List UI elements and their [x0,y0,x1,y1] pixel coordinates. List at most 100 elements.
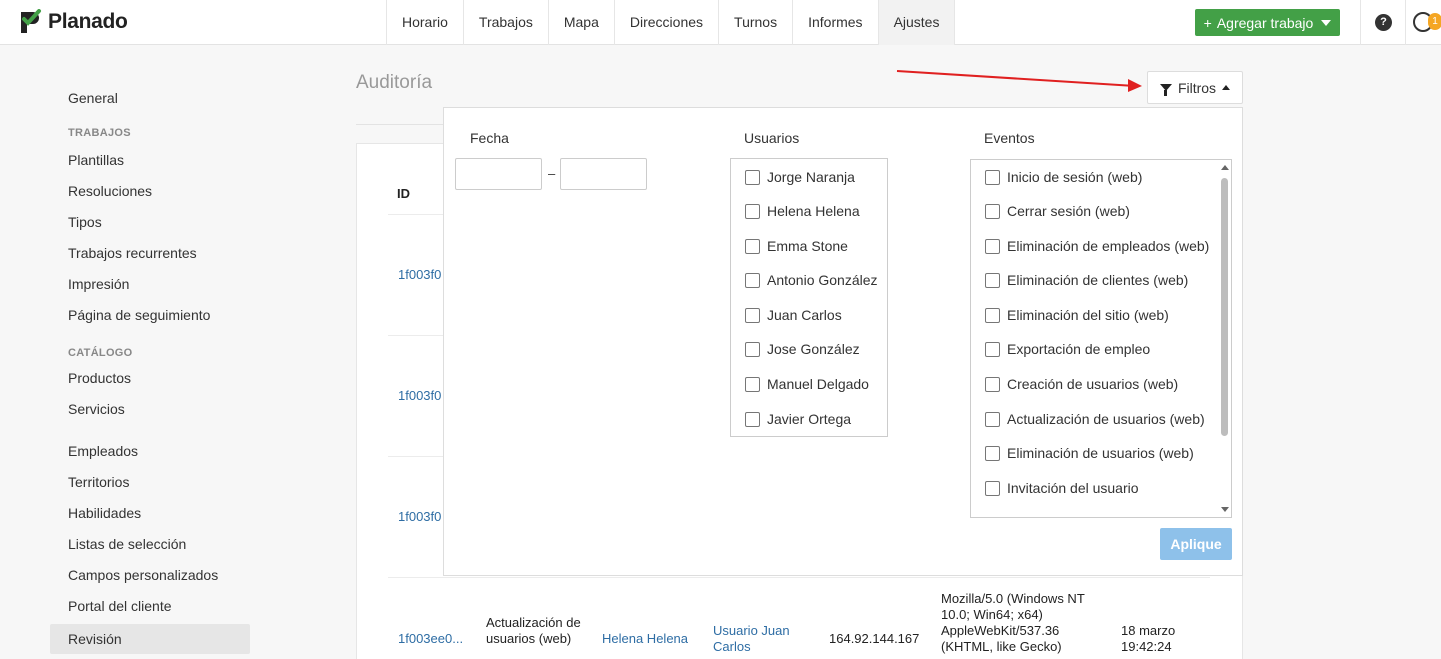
nav-direcciones[interactable]: Direcciones [615,0,720,45]
sidebar-item-empleados[interactable]: Empleados [50,438,250,469]
checkbox[interactable] [745,376,760,392]
planado-logo-icon [21,9,41,33]
table-row-id-link[interactable]: 1f003ee0... [398,631,463,646]
user-option[interactable]: Helena Helena [745,203,860,219]
scroll-up-arrow-icon[interactable] [1221,165,1229,170]
event-option[interactable]: Creación de usuarios (web) [985,376,1178,392]
checkbox[interactable] [745,411,760,427]
user-option[interactable]: Jose González [745,341,860,357]
event-option-label: Exportación de empleo [1007,341,1151,357]
checkbox[interactable] [985,203,1000,219]
event-option[interactable]: Eliminación del sitio (web) [985,307,1169,323]
checkbox[interactable] [985,480,1000,496]
users-list[interactable]: Jorge Naranja Helena Helena Emma Stone A… [730,158,888,437]
sidebar-item-portal-cliente[interactable]: Portal del cliente [50,593,250,624]
chevron-up-icon [1222,85,1231,90]
checkbox[interactable] [745,203,760,219]
sidebar-item-plantillas[interactable]: Plantillas [50,147,250,178]
table-row-id-link[interactable]: 1f003f0 [398,509,441,524]
sidebar-item-productos[interactable]: Productos [50,365,250,396]
event-option[interactable]: Eliminación de clientes (web) [985,272,1188,288]
user-option[interactable]: Javier Ortega [745,411,851,427]
event-option[interactable]: Cerrar sesión (web) [985,203,1130,219]
nav-horario[interactable]: Horario [387,0,464,45]
checkbox[interactable] [985,341,1000,357]
checkbox[interactable] [985,238,1000,254]
divider [1405,0,1406,45]
user-agent-cell: Mozilla/5.0 (Windows NT 10.0; Win64; x64… [941,591,1085,654]
user-option[interactable]: Emma Stone [745,238,848,254]
checkbox[interactable] [985,272,1000,288]
checkbox[interactable] [985,376,1000,392]
date-to-input[interactable] [560,158,647,190]
sidebar-item-listas-seleccion[interactable]: Listas de selección [50,531,250,562]
event-option-label: Cerrar sesión (web) [1007,203,1130,219]
event-option[interactable]: Invitación del usuario [985,480,1139,496]
filters-button[interactable]: Filtros [1147,71,1243,104]
nav-informes[interactable]: Informes [793,0,879,45]
checkbox[interactable] [745,341,760,357]
sidebar-item-tipos[interactable]: Tipos [50,209,250,240]
table-row-id-link[interactable]: 1f003f0 [398,267,441,282]
checkbox[interactable] [745,272,760,288]
date-range-dash: – [548,166,556,181]
add-job-label: Agregar trabajo [1216,14,1314,31]
user-option-label: Manuel Delgado [767,376,869,392]
user-option[interactable]: Manuel Delgado [745,376,869,392]
sidebar-item-territorios[interactable]: Territorios [50,469,250,500]
sidebar-item-servicios[interactable]: Servicios [50,396,250,427]
target-link[interactable]: Usuario Juan Carlos [713,623,803,655]
user-option[interactable]: Juan Carlos [745,307,842,323]
user-option[interactable]: Jorge Naranja [745,169,855,185]
sidebar-item-campos-personalizados[interactable]: Campos personalizados [50,562,250,593]
sidebar-item-trabajos-recurrentes[interactable]: Trabajos recurrentes [50,240,250,271]
table-row-id-link[interactable]: 1f003f0 [398,388,441,403]
nav-turnos[interactable]: Turnos [719,0,794,45]
checkbox[interactable] [745,307,760,323]
help-icon[interactable]: ? [1375,14,1392,31]
nav-trabajos[interactable]: Trabajos [464,0,549,45]
event-option[interactable]: Eliminación de usuarios (web) [985,445,1194,461]
event-cell: Actualización de usuarios (web) [486,615,581,646]
page-title: Auditoría [356,72,433,93]
ip-cell: 164.92.144.167 [829,631,920,646]
sidebar-item-pagina-seguimiento[interactable]: Página de seguimiento [50,302,250,333]
sidebar-item-revision[interactable]: Revisión [50,624,250,654]
sidebar-item-impresion[interactable]: Impresión [50,271,250,302]
user-option-label: Antonio González [767,272,878,288]
events-list[interactable]: Inicio de sesión (web) Cerrar sesión (we… [970,159,1232,518]
user-option-label: Javier Ortega [767,411,852,427]
scroll-thumb[interactable] [1221,178,1228,436]
event-option[interactable]: Actualización de usuarios (web) [985,411,1205,427]
checkbox[interactable] [985,307,1000,323]
sidebar-item-resoluciones[interactable]: Resoluciones [50,178,250,209]
app-logo[interactable]: Planado [18,9,128,35]
column-header-id: ID [397,186,410,201]
event-option[interactable]: Inicio de sesión (web) [985,169,1142,185]
apply-filters-button[interactable]: Aplique [1160,528,1232,560]
date-from-input[interactable] [455,158,542,190]
sidebar-item-general[interactable]: General [50,85,250,116]
add-job-button[interactable]: + Agregar trabajo [1195,9,1340,36]
nav-mapa[interactable]: Mapa [549,0,615,45]
event-option[interactable]: Exportación de empleo [985,341,1150,357]
checkbox[interactable] [745,238,760,254]
sidebar-item-habilidades[interactable]: Habilidades [50,500,250,531]
checkbox[interactable] [985,169,1000,185]
event-option[interactable]: Eliminación de empleados (web) [985,238,1209,254]
divider [1360,0,1361,45]
sidebar-heading-trabajos: TRABAJOS [68,127,131,139]
scroll-down-arrow-icon[interactable] [1221,507,1229,512]
user-option-label: Helena Helena [767,203,860,219]
checkbox[interactable] [985,445,1000,461]
checkbox[interactable] [745,169,760,185]
filters-label: Filtros [1177,79,1217,96]
checkbox[interactable] [985,411,1000,427]
event-option-label: Eliminación de usuarios (web) [1007,445,1194,461]
nav-ajustes[interactable]: Ajustes [878,0,956,45]
user-link[interactable]: Helena Helena [602,631,688,647]
user-option[interactable]: Antonio González [745,272,878,288]
notification-badge: 1 [1428,13,1441,30]
events-scrollbar[interactable] [1218,160,1231,517]
